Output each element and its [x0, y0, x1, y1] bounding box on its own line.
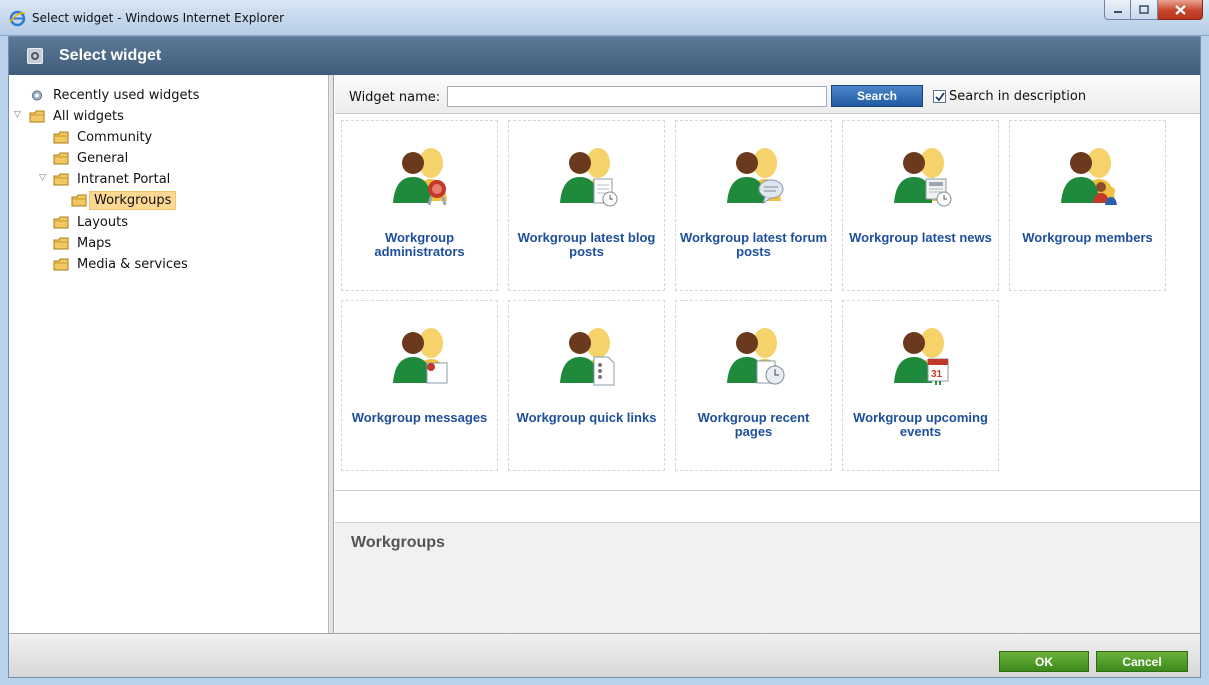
widget-tile-upcoming-events[interactable]: 31 Workgroup upcoming events [842, 300, 999, 471]
browser-title: Select widget - Windows Internet Explore… [32, 11, 285, 25]
folder-icon [53, 131, 69, 143]
workgroup-members-icon [1061, 148, 1117, 205]
workgroup-quick-links-icon [560, 328, 615, 386]
maximize-icon [1139, 5, 1149, 14]
widget-tile-messages[interactable]: Workgroup messages [341, 300, 498, 471]
tree-item-label: Media & services [77, 256, 188, 272]
widget-tile-administrators[interactable]: Workgroup administrators [341, 120, 498, 291]
tree-item-label: General [77, 150, 129, 166]
search-in-description-checkbox[interactable] [933, 90, 946, 103]
collapse-icon[interactable]: ▽ [39, 173, 46, 183]
minimize-icon [1113, 10, 1122, 13]
folder-icon [53, 258, 69, 270]
tree-item-label: Recently used widgets [53, 87, 200, 103]
tree-item-all-widgets[interactable]: All widgets [29, 106, 128, 126]
folder-icon [53, 152, 69, 164]
widget-label: Workgroup administrators [374, 230, 465, 259]
folder-icon [53, 173, 69, 185]
tree-item-layouts[interactable]: Layouts [53, 212, 132, 232]
widget-tile-latest-blog-posts[interactable]: Workgroup latest blog posts [508, 120, 665, 291]
widget-gear-icon [27, 48, 43, 64]
tree-item-workgroups[interactable]: Workgroups [71, 190, 177, 210]
dialog-title: Select widget [59, 47, 162, 64]
folder-icon [53, 216, 69, 228]
widget-label: Workgroup quick links [516, 410, 657, 425]
close-icon [1174, 4, 1186, 15]
calendar-day: 31 [931, 369, 943, 380]
dialog-header: Select widget [9, 37, 1200, 75]
tree-item-recently-used[interactable]: Recently used widgets [29, 85, 203, 105]
tree-item-label: Workgroups [89, 190, 177, 210]
widget-tile-latest-news[interactable]: Workgroup latest news [842, 120, 999, 291]
tree-item-maps[interactable]: Maps [53, 233, 115, 253]
cancel-button[interactable]: Cancel [1096, 651, 1188, 672]
spacer-bar [335, 490, 1200, 523]
tree-item-label: Community [77, 129, 153, 145]
widget-tile-members[interactable]: Workgroup members [1009, 120, 1166, 291]
tree-item-label: Layouts [77, 214, 128, 230]
search-in-description-toggle[interactable]: Search in description [933, 89, 1086, 104]
collapse-icon[interactable]: ▽ [14, 110, 21, 120]
select-widget-dialog: Select widget Recently used widgets ▽ Al… [8, 36, 1201, 678]
widget-label: Workgroup upcoming events [853, 410, 988, 439]
gear-folder-icon [31, 89, 43, 101]
widget-name-input[interactable] [447, 86, 827, 107]
ie-icon [9, 10, 26, 27]
widget-label: Workgroup messages [351, 410, 488, 425]
widget-grid: Workgroup administrators Workgroup lates… [335, 115, 1200, 490]
workgroup-news-icon [894, 148, 952, 207]
tree-item-label: Maps [77, 235, 112, 251]
widget-tile-quick-links[interactable]: Workgroup quick links [508, 300, 665, 471]
folder-icon [71, 194, 87, 206]
widget-label: Workgroup latest forum posts [679, 230, 828, 259]
widget-label: Workgroup members [1022, 230, 1153, 245]
ok-button[interactable]: OK [999, 651, 1089, 672]
tree-item-general[interactable]: General [53, 148, 132, 168]
checkmark-icon [934, 91, 945, 101]
folder-icon [29, 110, 45, 122]
tree-item-community[interactable]: Community [53, 127, 156, 147]
description-title: Workgroups [351, 534, 445, 551]
widget-name-label: Widget name: [349, 90, 441, 105]
search-button[interactable]: Search [831, 85, 923, 107]
workgroup-upcoming-events-icon: 31 [894, 328, 949, 385]
tree-item-intranet-portal[interactable]: Intranet Portal [53, 169, 174, 189]
widget-tile-recent-pages[interactable]: Workgroup recent pages [675, 300, 832, 471]
workgroup-recent-pages-icon [727, 328, 785, 385]
tree-item-media-services[interactable]: Media & services [53, 254, 192, 274]
folder-icon [53, 237, 69, 249]
widget-label: Workgroup recent pages [697, 410, 810, 439]
minimize-button[interactable] [1104, 0, 1131, 20]
tree-item-label: All widgets [53, 108, 124, 124]
category-tree: Recently used widgets ▽ All widgets Comm… [9, 75, 329, 633]
search-bar: Widget name: Search Search in descriptio… [335, 75, 1200, 114]
widget-label: Workgroup latest news [849, 230, 992, 245]
panel-splitter[interactable] [329, 75, 334, 633]
maximize-button[interactable] [1131, 0, 1158, 20]
description-panel: Workgroups [335, 523, 1200, 633]
tree-item-label: Intranet Portal [77, 171, 171, 187]
browser-titlebar: Select widget - Windows Internet Explore… [0, 0, 1209, 36]
workgroup-blog-posts-icon [560, 148, 618, 207]
dialog-footer: OK Cancel [9, 633, 1200, 677]
window-controls [1104, 0, 1203, 21]
widget-label: Workgroup latest blog posts [517, 230, 656, 259]
widget-tile-latest-forum-posts[interactable]: Workgroup latest forum posts [675, 120, 832, 291]
workgroup-messages-icon [393, 328, 448, 384]
workgroup-forum-posts-icon [727, 148, 784, 205]
close-button[interactable] [1158, 0, 1203, 20]
search-in-description-label: Search in description [949, 89, 1087, 104]
workgroup-administrators-icon [393, 148, 447, 206]
